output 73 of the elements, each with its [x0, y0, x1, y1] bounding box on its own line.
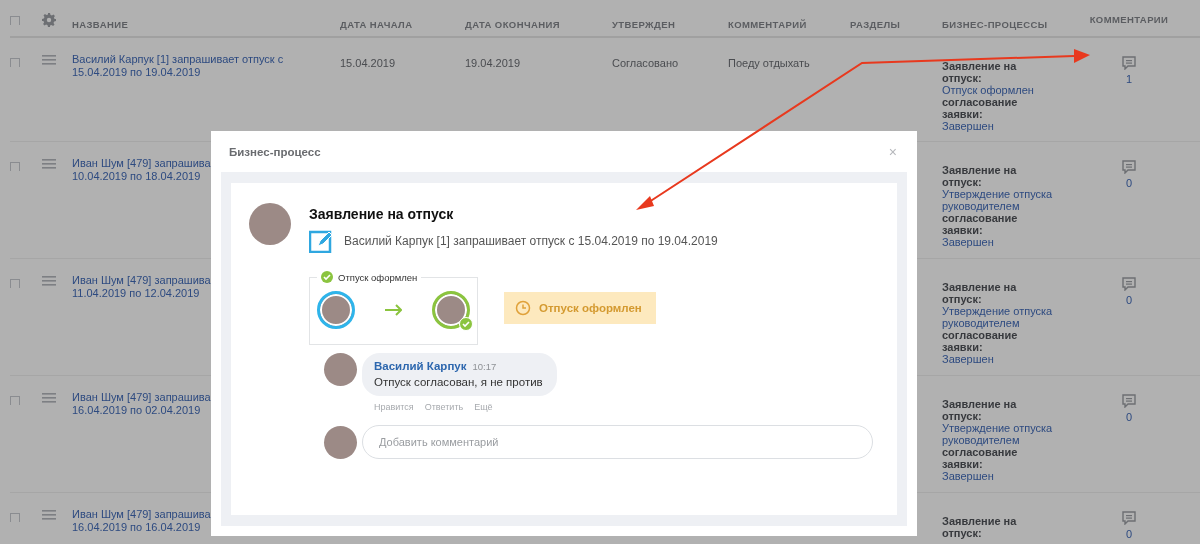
process-status-link[interactable]: Завершен [942, 353, 1070, 365]
avatar [324, 425, 357, 459]
checkbox[interactable] [10, 58, 20, 67]
process-status-link[interactable]: Утверждение отпуска руководителем [942, 188, 1070, 212]
process-description: Василий Карпук [1] запрашивает отпуск с 15.04.2019 по 19.04.2019 [344, 234, 718, 248]
checkbox[interactable] [10, 162, 20, 171]
process-status-link[interactable]: Завершен [942, 236, 1070, 248]
comment-icon[interactable] [1122, 511, 1136, 525]
process-label: согласование заявки: [942, 96, 1019, 120]
process-status-link[interactable]: Утверждение отпуска руководителем [942, 422, 1070, 446]
dialog-title: Бизнес-процесс [229, 145, 321, 158]
column-header[interactable]: УТВЕРЖДЕН [612, 19, 676, 30]
check-icon [459, 317, 473, 331]
process-label: согласование заявки: [942, 446, 1019, 470]
arrow-icon [385, 302, 402, 318]
process-status-link[interactable]: Утверждение отпуска руководителем [942, 305, 1070, 329]
column-header[interactable]: КОММЕНТАРИЙ [728, 19, 807, 30]
checkbox[interactable] [10, 16, 20, 25]
comment-action-link[interactable]: Ещё [474, 402, 493, 412]
comment-action-link[interactable]: Нравится [374, 402, 414, 412]
start-date: 15.04.2019 [340, 57, 396, 69]
process-status-link[interactable]: Отпуск оформлен [942, 84, 1070, 96]
menu-icon[interactable] [42, 276, 56, 286]
column-header[interactable]: НАЗВАНИЕ [72, 19, 129, 30]
comment-icon[interactable] [1122, 277, 1136, 291]
edit-document-icon [309, 229, 333, 253]
avatar [324, 353, 357, 386]
checkbox[interactable] [10, 513, 20, 522]
comment-count[interactable]: 1 [1125, 73, 1133, 85]
comment-text: Поеду отдыхать [728, 57, 810, 69]
comment-count[interactable]: 0 [1125, 177, 1133, 189]
menu-icon[interactable] [42, 159, 56, 169]
process-label: согласование заявки: [942, 212, 1019, 236]
comment-count[interactable]: 0 [1125, 528, 1133, 540]
workflow-legend: Отпуск оформлен [338, 271, 418, 283]
avatar [432, 291, 470, 329]
column-header[interactable]: ДАТА НАЧАЛА [340, 19, 413, 30]
checkbox[interactable] [10, 279, 20, 288]
process-label: согласование заявки: [942, 329, 1019, 353]
column-header[interactable]: БИЗНЕС-ПРОЦЕССЫ [942, 19, 1048, 30]
settings-icon[interactable] [42, 12, 56, 28]
comment-action-link[interactable]: Ответить [424, 402, 464, 412]
comment-time: 10:17 [472, 361, 497, 372]
comment-input[interactable]: Добавить комментарий [362, 425, 873, 459]
menu-icon[interactable] [42, 510, 56, 520]
process-label: Заявление на отпуск: [942, 60, 1018, 84]
process-label: Заявление на отпуск: [942, 164, 1018, 188]
comment-icon[interactable] [1122, 56, 1136, 70]
request-link[interactable]: Василий Карпук [1] запрашивает отпуск с 15.04.2019 по 19.04.2019 [72, 53, 340, 79]
process-label: Заявление на отпуск: [942, 398, 1018, 422]
comment-icon[interactable] [1122, 160, 1136, 174]
approval-status: Согласовано [612, 57, 679, 69]
checkbox[interactable] [10, 396, 20, 405]
process-status-link[interactable]: Завершен [942, 470, 1070, 482]
menu-icon[interactable] [42, 55, 56, 65]
comment-count[interactable]: 0 [1125, 411, 1133, 423]
process-status-link[interactable]: Завершен [942, 120, 1070, 132]
comment-text: Отпуск согласован, я не против [374, 376, 543, 388]
menu-icon[interactable] [42, 393, 56, 403]
end-date: 19.04.2019 [465, 57, 521, 69]
status-badge-text: Отпуск оформлен [539, 302, 642, 314]
avatar [317, 291, 355, 329]
comment-icon[interactable] [1122, 394, 1136, 408]
avatar [249, 203, 291, 245]
author-link[interactable]: Василий Карпук [374, 360, 467, 372]
clock-icon [515, 300, 531, 316]
process-label: Заявление на отпуск: [942, 281, 1018, 305]
comment-count[interactable]: 0 [1125, 294, 1133, 306]
process-heading: Заявление на отпуск [309, 206, 455, 222]
column-header[interactable]: ДАТА ОКОНЧАНИЯ [465, 19, 560, 30]
column-header[interactable]: КОММЕНТАРИИ [1089, 14, 1169, 25]
process-label: Заявление на отпуск: [942, 515, 1018, 539]
column-header[interactable]: РАЗДЕЛЫ [850, 19, 901, 30]
